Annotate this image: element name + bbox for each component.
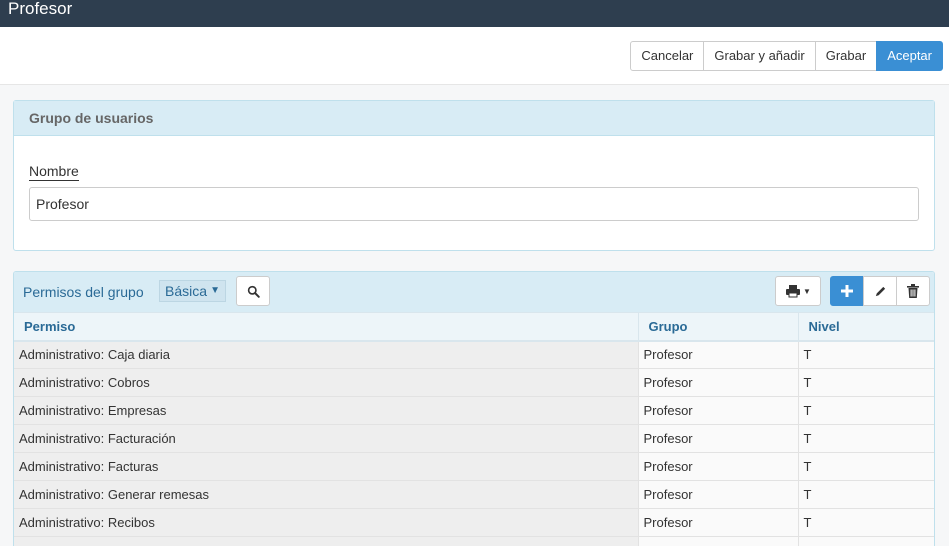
cell-nivel: T (798, 396, 934, 425)
cell-permiso: Administrativo: Caja diaria (14, 340, 639, 369)
cell-grupo: Profesor (638, 508, 799, 537)
table-row[interactable]: Administrativo: Generar remesas Profesor T (14, 480, 934, 509)
table-header-row: Permiso Grupo Nivel (14, 312, 934, 342)
cell-grupo (638, 536, 799, 546)
search-button[interactable] (236, 276, 270, 306)
trash-icon (907, 284, 919, 298)
caret-down-icon: ▼ (210, 285, 220, 296)
user-group-panel: Grupo de usuarios Nombre (13, 100, 935, 251)
table-row[interactable]: Administrativo: Facturas Profesor T (14, 452, 934, 481)
column-header-nivel[interactable]: Nivel (798, 312, 934, 342)
name-label: Nombre (29, 163, 79, 181)
action-button-group: Cancelar Grabar y añadir Grabar Aceptar (630, 41, 943, 71)
form-toolbar: Cancelar Grabar y añadir Grabar Aceptar (0, 27, 949, 85)
permissions-title: Permisos del grupo (23, 284, 144, 300)
plus-icon (841, 285, 853, 297)
cell-nivel: T (798, 424, 934, 453)
cell-permiso: Administrativo: Generar remesas (14, 480, 639, 509)
cell-nivel: T (798, 508, 934, 537)
table-row[interactable]: Administrativo: Facturación Profesor T (14, 424, 934, 453)
search-icon (247, 285, 260, 298)
table-row[interactable]: Administrativo: Cobros Profesor T (14, 368, 934, 397)
filter-dropdown-value: Básica (165, 283, 208, 299)
add-button[interactable] (830, 276, 864, 306)
cell-permiso: Administrativo: Empresas (14, 396, 639, 425)
cell-grupo: Profesor (638, 396, 799, 425)
table-row[interactable] (14, 536, 934, 546)
cell-grupo: Profesor (638, 340, 799, 369)
name-input[interactable] (29, 187, 919, 221)
chevron-down-icon: ▼ (803, 286, 811, 296)
cell-grupo: Profesor (638, 424, 799, 453)
column-header-permiso[interactable]: Permiso (14, 312, 639, 342)
pencil-icon (875, 286, 885, 296)
table-row[interactable]: Administrativo: Caja diaria Profesor T (14, 340, 934, 369)
print-icon (786, 285, 801, 298)
permissions-header: Permisos del grupo Básica ▼ ▼ (14, 272, 934, 312)
column-header-grupo[interactable]: Grupo (638, 312, 799, 342)
cell-nivel: T (798, 340, 934, 369)
filter-dropdown[interactable]: Básica ▼ (159, 280, 226, 302)
save-button[interactable]: Grabar (814, 41, 878, 71)
permissions-table: Permiso Grupo Nivel Administrativo: Caja… (14, 312, 934, 546)
table-row[interactable]: Administrativo: Empresas Profesor T (14, 396, 934, 425)
user-group-panel-title: Grupo de usuarios (14, 101, 934, 136)
window-title: Profesor (0, 0, 949, 27)
cell-nivel (798, 536, 934, 546)
save-and-add-button[interactable]: Grabar y añadir (703, 41, 816, 71)
cell-permiso: Administrativo: Facturación (14, 424, 639, 453)
delete-button[interactable] (896, 276, 930, 306)
cell-nivel: T (798, 452, 934, 481)
cell-permiso (14, 536, 639, 546)
cell-grupo: Profesor (638, 480, 799, 509)
group-permissions-panel: Permisos del grupo Básica ▼ ▼ Permiso Gr… (13, 271, 935, 546)
edit-button[interactable] (863, 276, 897, 306)
cell-permiso: Administrativo: Cobros (14, 368, 639, 397)
table-row[interactable]: Administrativo: Recibos Profesor T (14, 508, 934, 537)
cell-permiso: Administrativo: Recibos (14, 508, 639, 537)
cell-nivel: T (798, 480, 934, 509)
cell-grupo: Profesor (638, 452, 799, 481)
cancel-button[interactable]: Cancelar (630, 41, 705, 71)
print-menu-button[interactable]: ▼ (775, 276, 821, 306)
cell-nivel: T (798, 368, 934, 397)
cell-permiso: Administrativo: Facturas (14, 452, 639, 481)
cell-grupo: Profesor (638, 368, 799, 397)
accept-button[interactable]: Aceptar (876, 41, 943, 71)
